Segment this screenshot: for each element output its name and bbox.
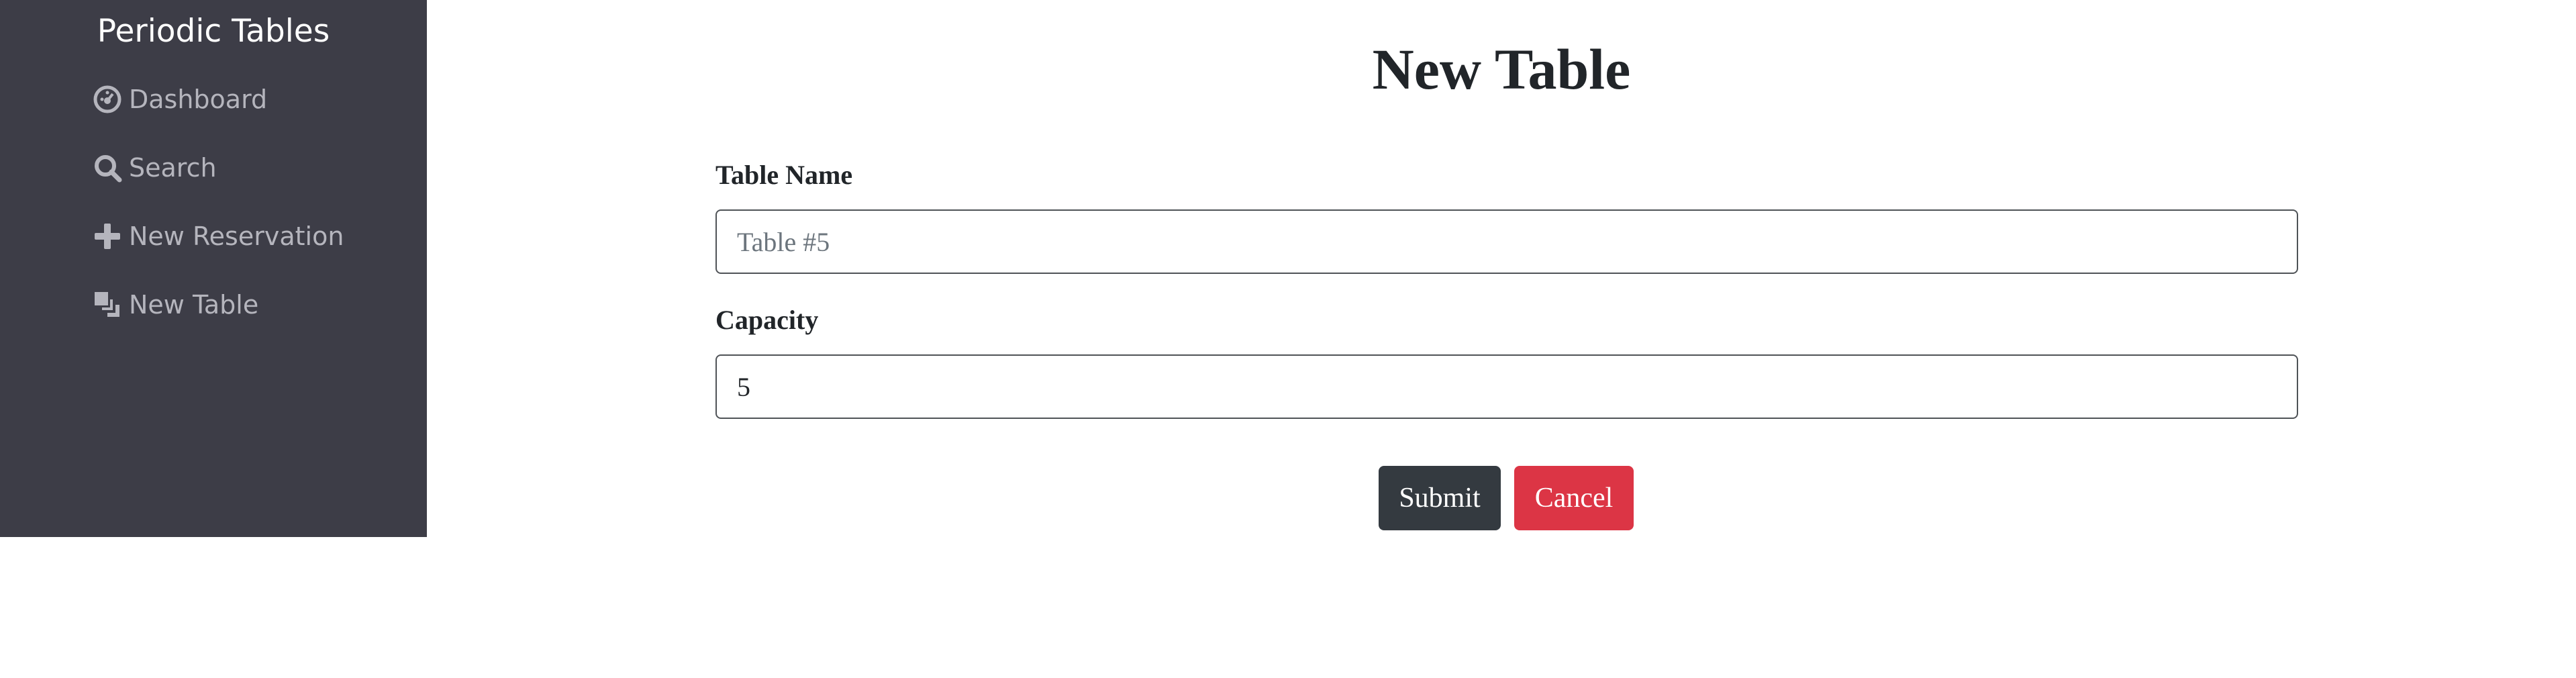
dashboard-icon — [93, 85, 122, 114]
sidebar-item-label: Dashboard — [129, 85, 268, 114]
table-icon — [93, 290, 122, 320]
submit-button[interactable]: Submit — [1379, 466, 1501, 530]
capacity-label: Capacity — [715, 305, 819, 335]
search-icon — [93, 153, 122, 183]
table-name-label: Table Name — [715, 160, 853, 190]
main-content: New Table Table Name Capacity Submit Can… — [427, 0, 2576, 678]
sidebar-item-label: New Reservation — [129, 222, 344, 251]
sidebar-item-dashboard[interactable]: Dashboard — [93, 76, 267, 123]
sidebar-item-label: Search — [129, 153, 217, 183]
table-name-input[interactable] — [715, 209, 2298, 274]
sidebar-item-new-reservation[interactable]: New Reservation — [93, 213, 344, 260]
sidebar-item-new-table[interactable]: New Table — [93, 281, 258, 328]
cancel-button[interactable]: Cancel — [1514, 466, 1634, 530]
sidebar-item-search[interactable]: Search — [93, 144, 217, 191]
sidebar: Periodic Tables Dashboard Search New Res… — [0, 0, 427, 537]
sidebar-item-label: New Table — [129, 290, 259, 320]
capacity-input[interactable] — [715, 354, 2298, 419]
page-title: New Table — [1372, 37, 1631, 101]
brand-title[interactable]: Periodic Tables — [0, 9, 427, 54]
plus-icon — [93, 222, 122, 251]
